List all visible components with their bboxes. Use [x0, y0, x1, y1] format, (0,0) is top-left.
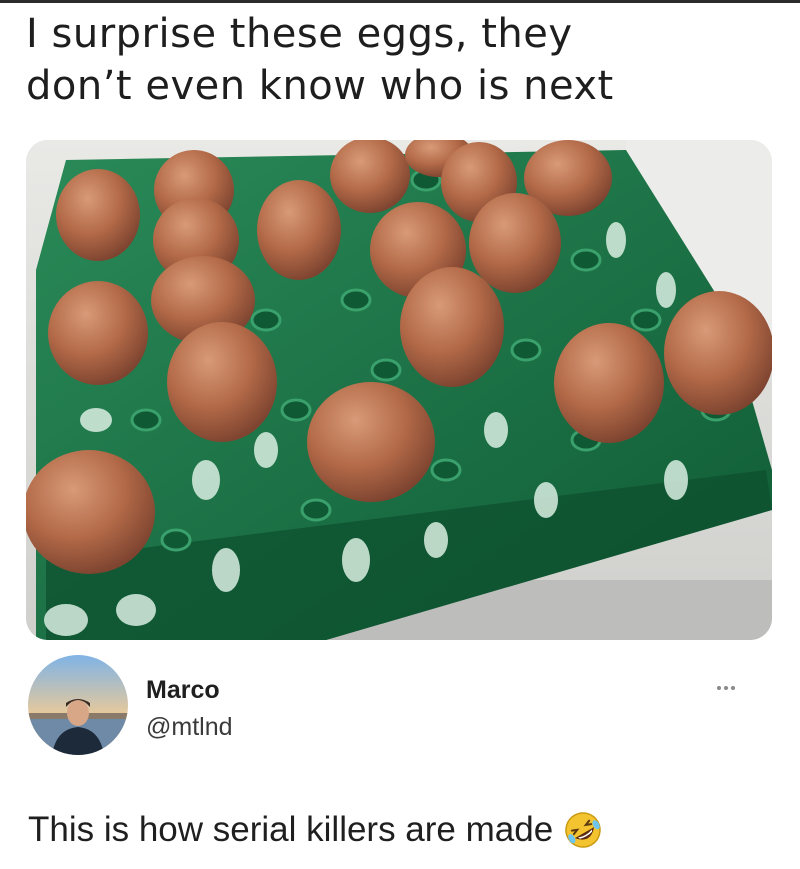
egg-tray-photo — [26, 140, 772, 640]
caption-line-2: don’t even know who is next — [26, 63, 614, 109]
meme-caption: I surprise these eggs, they don’t even k… — [26, 8, 786, 112]
top-divider — [0, 0, 800, 3]
rolling-on-floor-laughing-icon — [563, 810, 603, 850]
more-options-button[interactable] — [706, 678, 746, 698]
caption-line-1: I surprise these eggs, they — [26, 11, 573, 57]
more-options-icon — [717, 686, 721, 690]
author-name[interactable]: Marco — [146, 676, 220, 705]
author-avatar[interactable] — [28, 655, 128, 755]
post-body: This is how serial killers are made — [28, 810, 603, 850]
post-text: This is how serial killers are made — [28, 810, 554, 849]
author-handle[interactable]: @mtlnd — [146, 713, 233, 742]
